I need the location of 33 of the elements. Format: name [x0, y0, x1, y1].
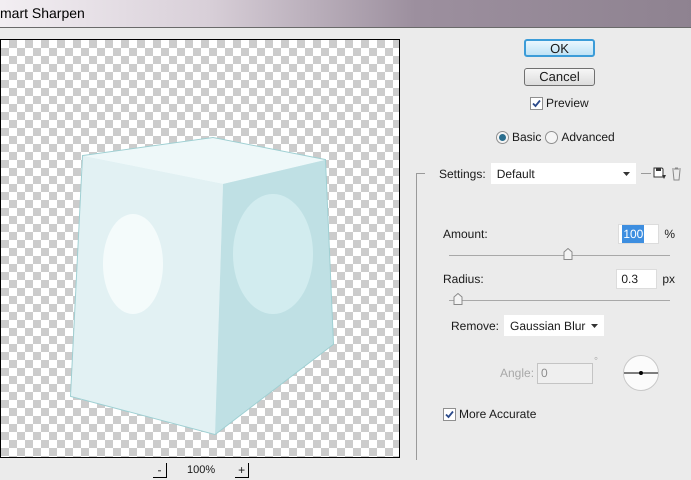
slider-thumb[interactable] [452, 293, 463, 305]
dialog-button[interactable]: OK [524, 39, 595, 57]
remove-label: Remove: [451, 318, 500, 334]
caret-icon [622, 172, 630, 176]
checkbox[interactable] [530, 96, 543, 110]
degree-label: ° [594, 355, 598, 369]
caret-icon [591, 324, 598, 328]
radio-button[interactable] [496, 130, 509, 144]
checkbox-label: More Accurate [459, 406, 536, 423]
radio-label: Advanced [561, 129, 615, 146]
checkmark-icon [445, 410, 454, 418]
unit-label: px [662, 271, 675, 288]
checkbox-label: Preview [546, 95, 589, 112]
dialog-button[interactable]: Cancel [524, 68, 595, 86]
checkmark-icon [532, 98, 541, 108]
amount-label: Amount: [443, 226, 488, 243]
zoom-out-button[interactable]: - [153, 462, 167, 478]
slider-thumb[interactable] [563, 248, 574, 260]
remove-dropdown[interactable]: Gaussian Blur [504, 315, 604, 336]
save-preset-icon[interactable] [652, 167, 667, 180]
angle-label: Angle: [500, 365, 534, 382]
window-title: mart Sharpen [0, 4, 85, 23]
unit-label: % [664, 226, 675, 243]
radio-label: Basic [512, 129, 542, 146]
zoom-in-button[interactable]: + [235, 462, 250, 478]
radius-label: Radius: [443, 271, 484, 288]
checkbox[interactable] [443, 408, 456, 420]
settings-dropdown[interactable]: Default [490, 163, 636, 184]
settings-label: Settings: [439, 166, 486, 182]
radio-button[interactable] [545, 130, 558, 144]
number-field[interactable]: 0.3 [616, 269, 658, 289]
zoom-level: 100% [187, 462, 216, 478]
angle-dial[interactable] [622, 354, 660, 392]
